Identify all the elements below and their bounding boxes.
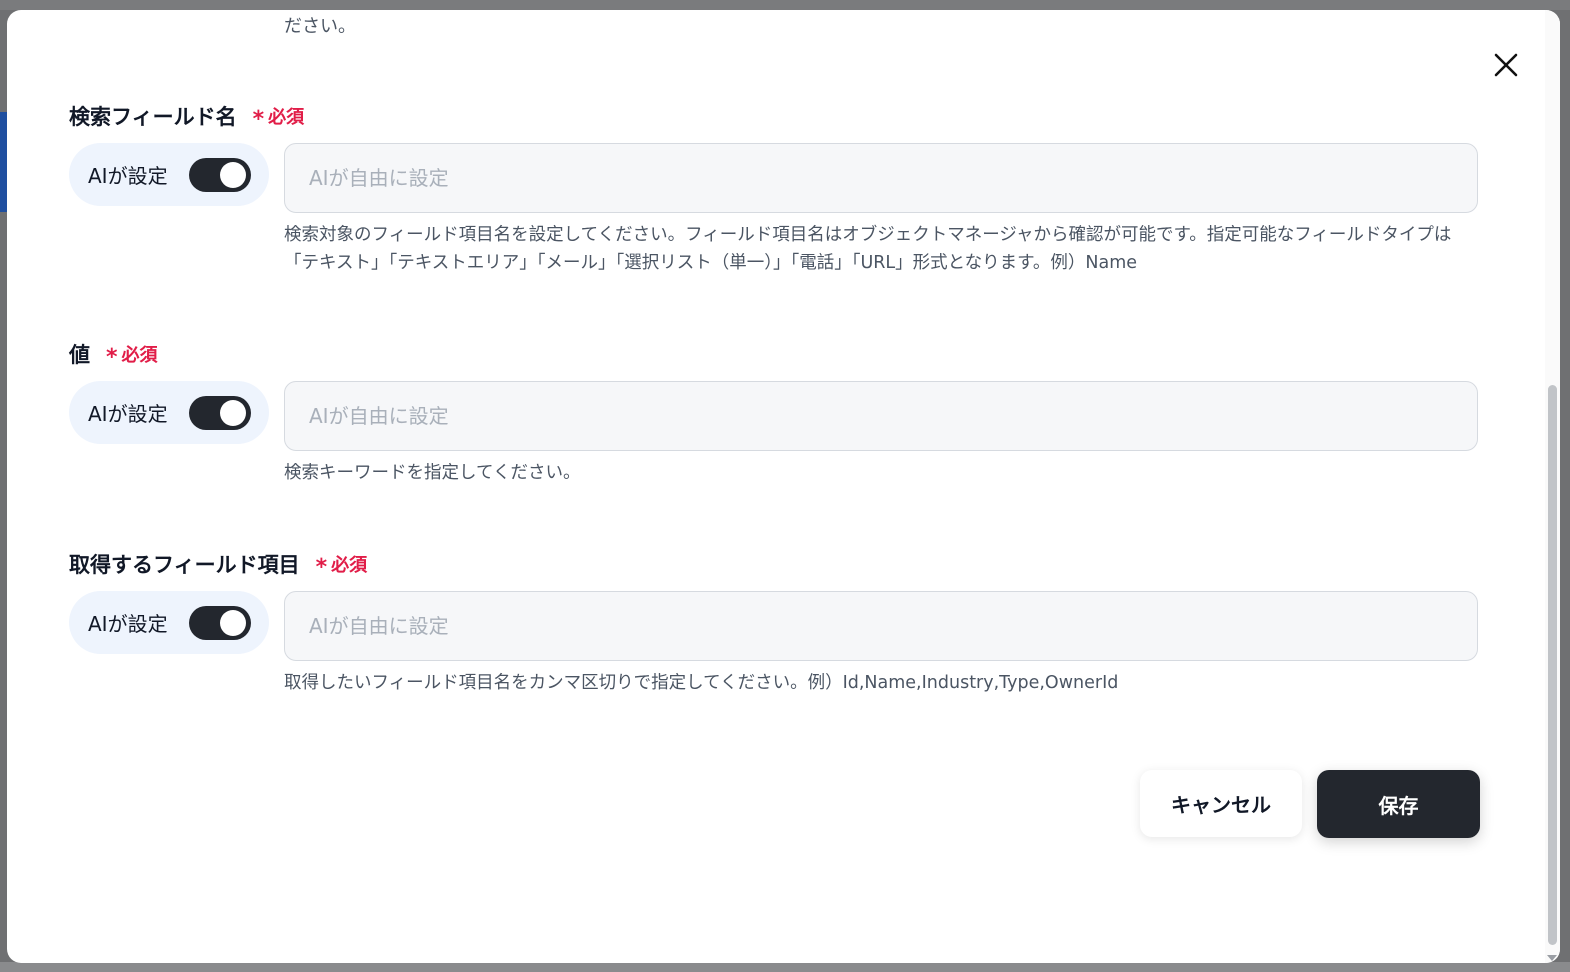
ai-setting-toggle[interactable] — [189, 396, 251, 430]
field-label: 取得するフィールド項目 — [69, 553, 300, 577]
toggle-knob — [220, 400, 246, 426]
close-button[interactable] — [1489, 48, 1523, 82]
field-label: 値 — [69, 343, 90, 367]
required-badge: * 必須 — [315, 551, 368, 580]
value-input[interactable] — [284, 381, 1478, 451]
search-field-name-input[interactable] — [284, 143, 1478, 213]
required-text: 必須 — [268, 107, 305, 128]
ai-setting-pill: AIが設定 — [69, 381, 269, 444]
ai-setting-toggle[interactable] — [189, 158, 251, 192]
background-page-strip — [0, 0, 1570, 10]
field-value: 値 * 必須 AIが設定 検索キーワードを指定してください。 — [69, 339, 1481, 487]
asterisk-icon: * — [252, 106, 265, 132]
ai-setting-label: AIが設定 — [88, 612, 168, 636]
ai-setting-toggle[interactable] — [189, 606, 251, 640]
close-icon — [1494, 53, 1518, 77]
ai-setting-pill: AIが設定 — [69, 591, 269, 654]
scrollbar-thumb[interactable] — [1548, 385, 1557, 945]
cancel-button[interactable]: キャンセル — [1140, 770, 1302, 837]
field-label: 検索フィールド名 — [69, 105, 237, 129]
scroll-down-arrow-icon[interactable] — [1547, 955, 1557, 961]
field-fields-to-retrieve: 取得するフィールド項目 * 必須 AIが設定 取得したいフィールド項目名をカンマ… — [69, 549, 1481, 697]
modal-backdrop: ださい。 検索フィールド名 * 必須 AIが設定 AIが自由に設定 検索対象のフ… — [0, 0, 1570, 972]
toggle-knob — [220, 610, 246, 636]
required-text: 必須 — [121, 345, 158, 366]
field-help-text: 取得したいフィールド項目名をカンマ区切りで指定してください。例）Id,Name,… — [284, 673, 1119, 693]
toggle-knob — [220, 162, 246, 188]
previous-field-help-text: ださい。 — [284, 16, 356, 37]
scrollbar[interactable] — [1545, 10, 1560, 963]
asterisk-icon: * — [315, 554, 328, 580]
background-page-accent — [0, 112, 7, 212]
settings-modal: ださい。 検索フィールド名 * 必須 AIが設定 AIが自由に設定 検索対象のフ… — [7, 10, 1560, 963]
ai-setting-pill: AIが設定 — [69, 143, 269, 206]
required-badge: * 必須 — [252, 103, 305, 132]
asterisk-icon: * — [106, 344, 118, 370]
field-help-text: 検索対象のフィールド項目名を設定してください。フィールド項目名はオブジェクトマネ… — [284, 225, 1452, 273]
fields-to-retrieve-input[interactable] — [284, 591, 1478, 661]
background-page-strip-bottom — [0, 962, 1570, 972]
required-badge: * 必須 — [106, 341, 158, 370]
ai-setting-label: AIが設定 — [88, 402, 168, 426]
ai-setting-label: AIが設定 — [88, 164, 168, 188]
field-help-text: 検索キーワードを指定してください。 — [284, 463, 581, 483]
save-button[interactable]: 保存 — [1317, 770, 1480, 838]
required-text: 必須 — [331, 555, 368, 576]
field-search-field-name: 検索フィールド名 * 必須 AIが設定 検索対象のフィールド項目名を設定してくだ… — [69, 101, 1481, 277]
